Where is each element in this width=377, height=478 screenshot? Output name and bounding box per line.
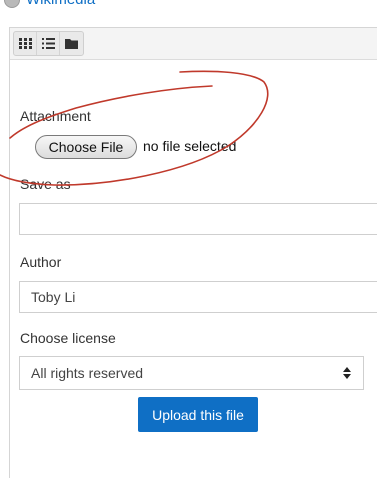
license-label: Choose license	[20, 330, 116, 346]
globe-icon	[4, 0, 20, 8]
author-input[interactable]: Toby Li	[19, 281, 377, 313]
view-list-button[interactable]	[37, 32, 60, 55]
file-status-text: no file selected	[143, 138, 237, 154]
grid-icon	[18, 38, 32, 49]
repository-link[interactable]: Wikimedia	[4, 0, 95, 8]
author-label: Author	[20, 254, 62, 270]
view-icons-button[interactable]	[14, 32, 37, 55]
save-as-input[interactable]	[19, 203, 377, 235]
repository-header: Wikimedia	[0, 0, 377, 24]
view-toolbar	[10, 28, 377, 60]
updown-arrow-icon	[343, 367, 351, 379]
folder-icon	[65, 39, 78, 49]
file-picker-page: Wikimedia	[0, 0, 377, 478]
view-tree-button[interactable]	[60, 32, 83, 55]
upload-file-button[interactable]: Upload this file	[138, 397, 258, 432]
list-icon	[41, 38, 55, 49]
license-selected-value: All rights reserved	[31, 365, 144, 381]
repository-link-label: Wikimedia	[26, 0, 95, 8]
save-as-label: Save as	[20, 176, 71, 192]
view-switcher	[13, 31, 84, 56]
license-select[interactable]: All rights reserved	[19, 356, 364, 390]
attachment-label: Attachment	[20, 108, 91, 124]
choose-file-button[interactable]: Choose File	[35, 135, 137, 159]
